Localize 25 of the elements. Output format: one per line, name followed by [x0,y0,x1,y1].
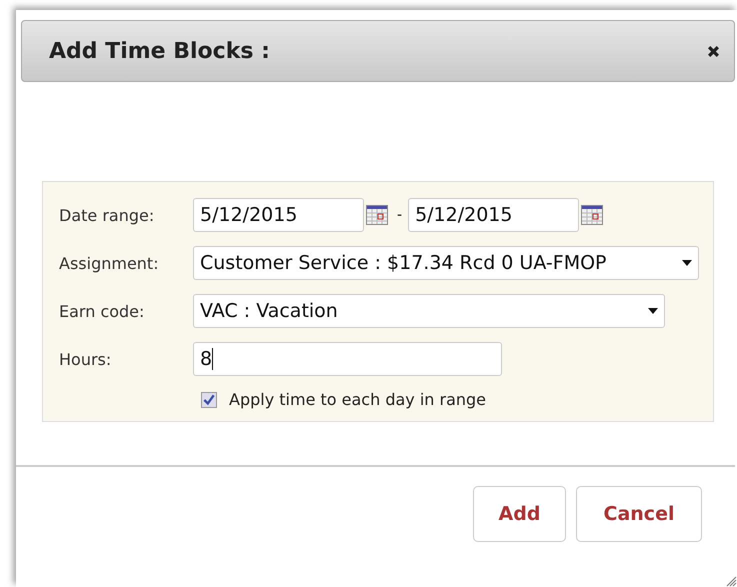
calendar-icon[interactable] [581,205,604,225]
resize-grip-icon[interactable] [725,575,737,587]
field-label: Date range: [59,206,156,224]
close-icon[interactable] [707,44,720,58]
dialog-button[interactable]: Add [473,486,566,542]
date-field[interactable]: 5/12/2015 [408,198,580,232]
checkbox-label: Apply time to each day in range [229,390,486,409]
dropdown[interactable]: VAC : Vacation [193,294,665,328]
field-label: Assignment: [59,254,160,272]
range-separator: - [397,207,402,223]
calendar-icon[interactable] [366,205,388,225]
dialog-title: Add Time Blocks : [49,38,270,64]
caret-icon [648,308,658,314]
dropdown-value: VAC : Vacation [200,300,338,322]
checkbox[interactable] [201,392,217,408]
field-label: Earn code: [59,302,146,320]
text-cursor [212,348,214,370]
date-field[interactable]: 5/12/2015 [193,198,364,232]
text-field[interactable]: 8 [193,342,502,376]
field-value: 8 [200,348,212,370]
caret-icon [682,260,692,266]
dropdown-value: Customer Service : $17.34 Rcd 0 UA-FMOP [200,252,607,274]
dialog-button[interactable]: Cancel [576,486,702,542]
dropdown[interactable]: Customer Service : $17.34 Rcd 0 UA-FMOP [193,246,699,280]
field-label: Hours: [59,350,112,368]
